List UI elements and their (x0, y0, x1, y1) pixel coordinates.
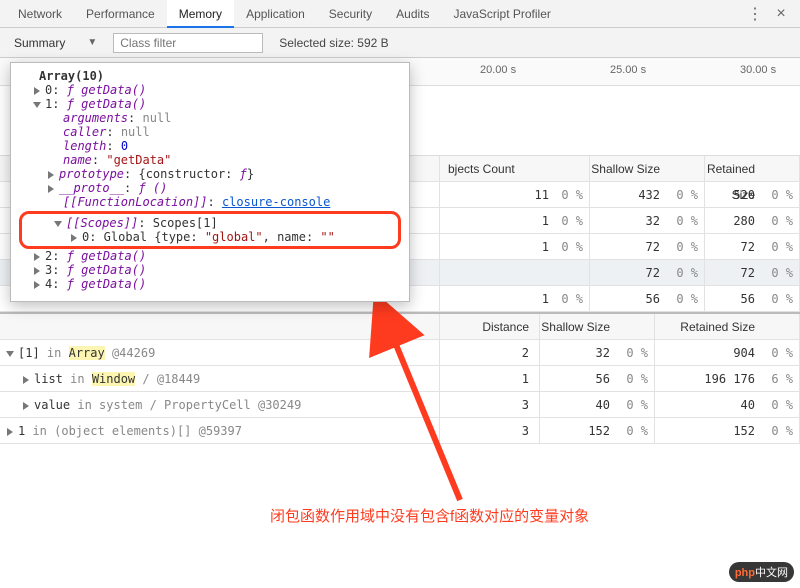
watermark: php中文网 (729, 562, 794, 582)
col-object[interactable] (0, 314, 440, 339)
tab-jsprofiler[interactable]: JavaScript Profiler (442, 0, 563, 28)
retainers-header-row: Distance Shallow Size Retained Size (0, 314, 800, 340)
inspector-line[interactable]: [[Scopes]]: Scopes[1] (26, 216, 394, 230)
col-objects-count[interactable]: bjects Count (440, 156, 590, 181)
col-shallow-size[interactable]: Shallow Size (540, 314, 655, 339)
memory-toolbar: Summary ▼ Selected size: 592 B (0, 28, 800, 58)
selected-size-label: Selected size: 592 B (279, 36, 388, 50)
object-inspector-popover[interactable]: Array(10) 0: ƒ getData()1: ƒ getData()ar… (10, 62, 410, 302)
inspector-line[interactable]: 0: Global {type: "global", name: "" (26, 230, 394, 244)
retainers-table: Distance Shallow Size Retained Size [1] … (0, 312, 800, 444)
col-distance[interactable]: Distance (440, 314, 540, 339)
col-retained-size[interactable]: Retained Size (705, 156, 800, 181)
retainer-row[interactable]: [1] in Array @442692320 %9040 % (0, 340, 800, 366)
inspector-line[interactable]: caller: null (19, 125, 401, 139)
popover-title: Array(10) (19, 69, 401, 83)
close-icon[interactable]: × (768, 5, 794, 23)
tab-application[interactable]: Application (234, 0, 317, 28)
inspector-line[interactable]: 0: ƒ getData() (19, 83, 401, 97)
view-dropdown[interactable]: Summary ▼ (8, 34, 103, 52)
chevron-down-icon: ▼ (87, 37, 97, 48)
inspector-line[interactable]: 3: ƒ getData() (19, 263, 401, 277)
inspector-line[interactable]: 2: ƒ getData() (19, 249, 401, 263)
inspector-line[interactable]: length: 0 (19, 139, 401, 153)
tab-memory[interactable]: Memory (167, 0, 234, 28)
ruler-tick: 25.00 s (610, 64, 646, 76)
retainer-row[interactable]: value in system / PropertyCell @30249340… (0, 392, 800, 418)
tab-network[interactable]: Network (6, 0, 74, 28)
inspector-line[interactable]: 1: ƒ getData() (19, 97, 401, 111)
inspector-line[interactable]: __proto__: ƒ () (19, 181, 401, 195)
tab-performance[interactable]: Performance (74, 0, 167, 28)
inspector-line[interactable]: name: "getData" (19, 153, 401, 167)
more-icon[interactable]: ⋮ (742, 4, 768, 24)
ruler-tick: 30.00 s (740, 64, 776, 76)
scopes-highlight-box: [[Scopes]]: Scopes[1]0: Global {type: "g… (19, 211, 401, 249)
inspector-line[interactable]: [[FunctionLocation]]: closure-console (19, 195, 401, 209)
ruler-tick: 20.00 s (480, 64, 516, 76)
inspector-line[interactable]: 4: ƒ getData() (19, 277, 401, 291)
view-dropdown-label: Summary (14, 36, 65, 50)
inspector-line[interactable]: arguments: null (19, 111, 401, 125)
col-retained-size[interactable]: Retained Size (655, 314, 800, 339)
col-shallow-size[interactable]: Shallow Size (590, 156, 705, 181)
devtools-tabs: Network Performance Memory Application S… (0, 0, 800, 28)
tab-security[interactable]: Security (317, 0, 384, 28)
retainer-row[interactable]: 1 in (object elements)[] @5939731520 %15… (0, 418, 800, 444)
retainer-row[interactable]: list in Window / @184491560 %196 1766 % (0, 366, 800, 392)
inspector-line[interactable]: prototype: {constructor: ƒ} (19, 167, 401, 181)
tab-audits[interactable]: Audits (384, 0, 441, 28)
annotation-text: 闭包函数作用域中没有包含f函数对应的变量对象 (270, 505, 589, 526)
class-filter-input[interactable] (113, 33, 263, 53)
